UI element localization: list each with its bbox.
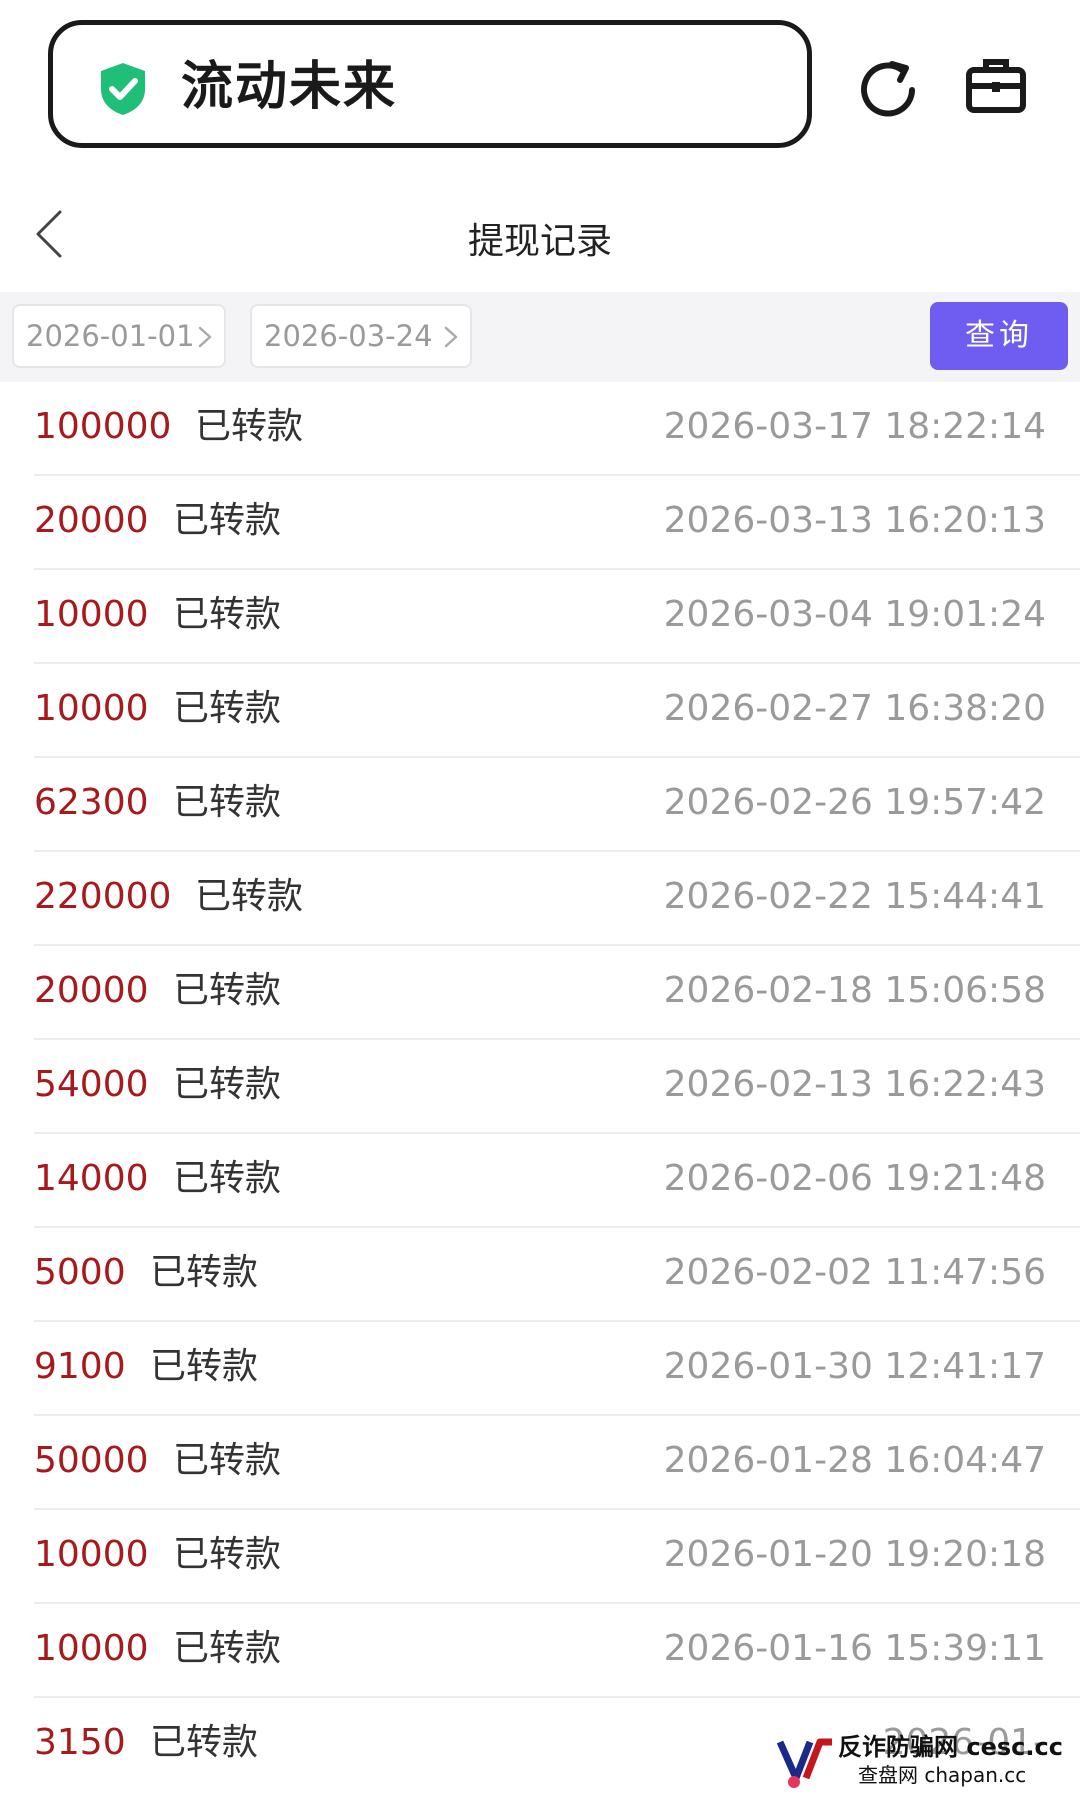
record-row[interactable]: 10000 已转款 2026-02-27 16:38:20: [34, 664, 1080, 758]
record-status: 已转款: [173, 500, 282, 541]
end-date-value: 2026-03-24: [264, 319, 433, 353]
record-status: 已转款: [173, 1158, 282, 1199]
record-amount: 14000: [34, 1158, 149, 1199]
record-row[interactable]: 54000 已转款 2026-02-13 16:22:43: [34, 1040, 1080, 1134]
end-date-picker[interactable]: 2026-03-24: [250, 304, 472, 368]
record-amount: 10000: [34, 688, 149, 729]
record-row[interactable]: 20000 已转款 2026-03-13 16:20:13: [34, 476, 1080, 570]
record-time: 2026-03-17 18:22:14: [663, 406, 1046, 447]
record-amount: 54000: [34, 1064, 149, 1105]
record-time: 2026-01-20 19:20:18: [663, 1534, 1046, 1575]
page-header: 提现记录: [0, 180, 1080, 290]
record-time: 2026-01-28 16:04:47: [663, 1440, 1046, 1481]
record-amount: 10000: [34, 1628, 149, 1669]
refresh-icon[interactable]: [856, 56, 920, 120]
record-amount: 9100: [34, 1346, 126, 1387]
top-app-bar: 流动未来: [0, 0, 1080, 170]
record-time: 2026-02-13 16:22:43: [663, 1064, 1046, 1105]
record-time: 2026-01-30 12:41:17: [663, 1346, 1046, 1387]
chevron-right-icon: [198, 326, 212, 348]
record-status: 已转款: [173, 1534, 282, 1575]
record-status: 已转款: [173, 1440, 282, 1481]
record-status: 已转款: [173, 970, 282, 1011]
record-status: 已转款: [173, 688, 282, 729]
record-row[interactable]: 100000 已转款 2026-03-17 18:22:14: [34, 382, 1080, 476]
record-status: 已转款: [150, 1252, 259, 1293]
record-row[interactable]: 14000 已转款 2026-02-06 19:21:48: [34, 1134, 1080, 1228]
record-amount: 220000: [34, 876, 172, 917]
record-time: 2026-03-13 16:20:13: [663, 500, 1046, 541]
record-amount: 62300: [34, 782, 149, 823]
record-amount: 10000: [34, 594, 149, 635]
record-status: 已转款: [173, 1064, 282, 1105]
record-row[interactable]: 62300 已转款 2026-02-26 19:57:42: [34, 758, 1080, 852]
record-amount: 100000: [34, 406, 172, 447]
app-name: 流动未来: [181, 57, 398, 117]
chevron-right-icon: [444, 326, 458, 348]
start-date-value: 2026-01-01: [26, 319, 195, 353]
date-filter-bar: 2026-01-01 2026-03-24 查询: [0, 292, 1080, 382]
query-button[interactable]: 查询: [930, 302, 1068, 370]
record-row[interactable]: 10000 已转款 2026-03-04 19:01:24: [34, 570, 1080, 664]
watermark-logo-icon: [776, 1738, 832, 1788]
record-time: 2026-02-18 15:06:58: [663, 970, 1046, 1011]
record-time: 2026-02-06 19:21:48: [663, 1158, 1046, 1199]
withdrawal-record-list: 100000 已转款 2026-03-17 18:22:14 20000 已转款 2026…: [0, 382, 1080, 1792]
record-amount: 10000: [34, 1534, 149, 1575]
start-date-picker[interactable]: 2026-01-01: [12, 304, 226, 368]
record-amount: 5000: [34, 1252, 126, 1293]
record-row[interactable]: 10000 已转款 2026-01-20 19:20:18: [34, 1510, 1080, 1604]
watermark-text-1: 反诈防骗网 cesc.cc: [838, 1733, 1063, 1761]
record-row[interactable]: 5000 已转款 2026-02-02 11:47:56: [34, 1228, 1080, 1322]
watermark-text-2: 查盘网 chapan.cc: [858, 1763, 1027, 1787]
record-row[interactable]: 50000 已转款 2026-01-28 16:04:47: [34, 1416, 1080, 1510]
record-status: 已转款: [150, 1722, 259, 1763]
shield-check-icon: [101, 63, 145, 115]
record-status: 已转款: [173, 1628, 282, 1669]
record-time: 2026-01-16 15:39:11: [663, 1628, 1046, 1669]
record-status: 已转款: [195, 406, 304, 447]
app-name-pill[interactable]: 流动未来: [48, 20, 812, 148]
record-row[interactable]: 10000 已转款 2026-01-16 15:39:11: [34, 1604, 1080, 1698]
record-status: 已转款: [150, 1346, 259, 1387]
record-status: 已转款: [195, 876, 304, 917]
record-time: 2026-02-26 19:57:42: [663, 782, 1046, 823]
record-amount: 50000: [34, 1440, 149, 1481]
record-amount: 20000: [34, 500, 149, 541]
record-status: 已转款: [173, 594, 282, 635]
record-time: 2026-02-02 11:47:56: [663, 1252, 1046, 1293]
page-title: 提现记录: [467, 221, 612, 262]
record-time: 2026-02-27 16:38:20: [663, 688, 1046, 729]
record-row[interactable]: 220000 已转款 2026-02-22 15:44:41: [34, 852, 1080, 946]
record-row[interactable]: 20000 已转款 2026-02-18 15:06:58: [34, 946, 1080, 1040]
record-time: 2026-03-04 19:01:24: [663, 594, 1046, 635]
record-time: 2026-02-22 15:44:41: [663, 876, 1046, 917]
record-status: 已转款: [173, 782, 282, 823]
briefcase-icon[interactable]: [964, 54, 1028, 118]
watermark: 反诈防骗网 cesc.cc 查盘网 chapan.cc: [718, 1728, 1063, 1794]
record-row[interactable]: 9100 已转款 2026-01-30 12:41:17: [34, 1322, 1080, 1416]
record-amount: 20000: [34, 970, 149, 1011]
record-amount: 3150: [34, 1722, 126, 1763]
